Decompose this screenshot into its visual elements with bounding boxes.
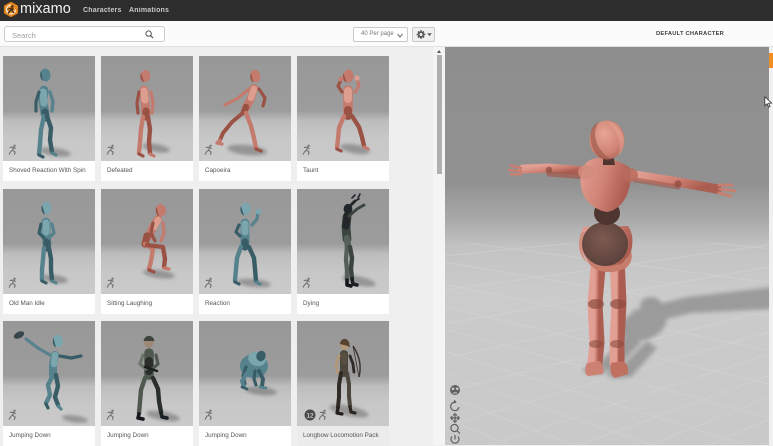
svg-text:12: 12 [306, 413, 314, 420]
